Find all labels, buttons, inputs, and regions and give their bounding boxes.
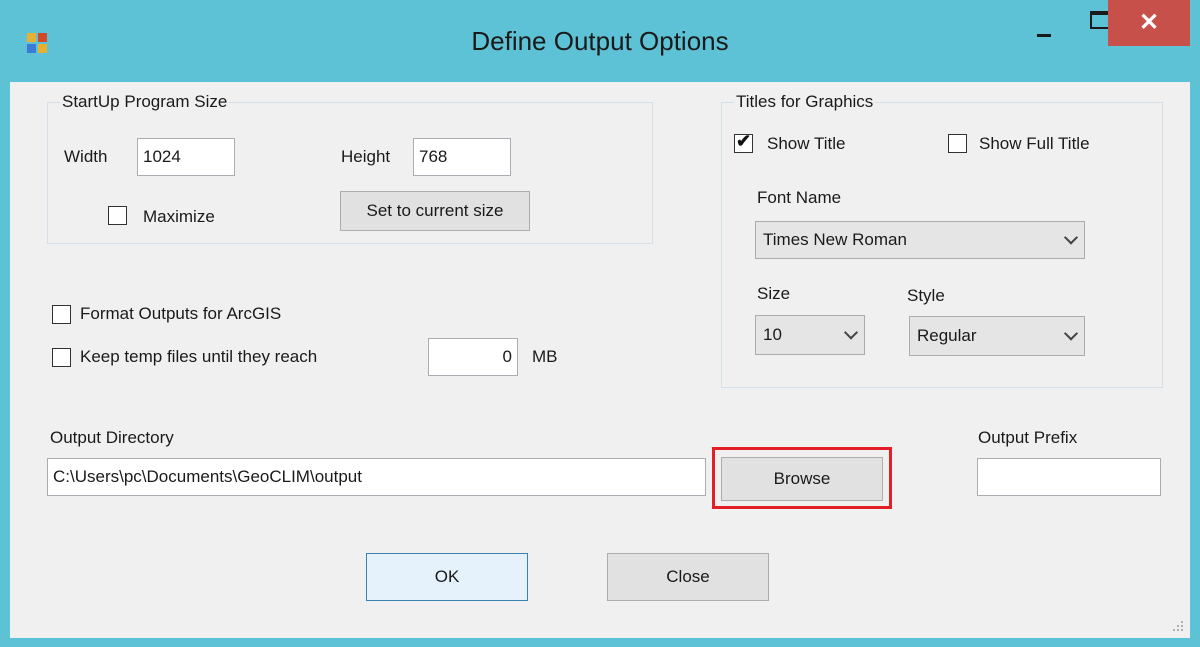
show-title-checkbox[interactable]: ✔ — [734, 131, 753, 153]
output-prefix-label: Output Prefix — [978, 428, 1078, 447]
checkmark-icon: ✔ — [736, 131, 752, 151]
close-icon: ✕ — [1138, 9, 1160, 36]
dialog-window: Define Output Options ✕ StartUp Program … — [0, 0, 1200, 647]
font-style-select[interactable]: Regular — [909, 316, 1085, 356]
chevron-down-icon — [1063, 326, 1079, 341]
output-directory-label: Output Directory — [50, 428, 174, 447]
ok-button[interactable]: OK — [366, 553, 528, 601]
keep-temp-checkbox[interactable] — [52, 348, 71, 367]
startup-size-group-title: StartUp Program Size — [60, 92, 230, 112]
browse-button[interactable]: Browse — [721, 457, 883, 501]
titles-graphics-group: Titles for Graphics ✔ Show Title Show Fu… — [721, 92, 1163, 388]
minimize-button[interactable] — [1014, 0, 1074, 46]
show-full-title-label: Show Full Title — [979, 134, 1090, 153]
font-style-value: Regular — [917, 326, 977, 345]
font-style-label: Style — [907, 286, 945, 305]
close-window-button[interactable]: ✕ — [1108, 0, 1190, 46]
output-directory-input[interactable]: C:\Users\pc\Documents\GeoCLIM\output — [47, 458, 706, 496]
maximize-icon — [1090, 11, 1110, 29]
show-full-title-checkbox[interactable] — [948, 134, 967, 153]
width-label: Width — [64, 147, 108, 166]
temp-size-unit: MB — [532, 347, 558, 366]
font-size-select[interactable]: 10 — [755, 315, 865, 355]
close-button[interactable]: Close — [607, 553, 769, 601]
chevron-down-icon — [1063, 230, 1079, 245]
width-input[interactable]: 1024 — [137, 138, 235, 176]
font-size-value: 10 — [763, 325, 782, 344]
chevron-down-icon — [843, 325, 859, 340]
maximize-checkbox[interactable] — [108, 206, 127, 225]
arcgis-format-checkbox[interactable] — [52, 305, 71, 324]
font-size-label: Size — [757, 284, 791, 303]
height-input[interactable]: 768 — [413, 138, 511, 176]
show-title-label: Show Title — [767, 134, 846, 153]
startup-size-group: StartUp Program Size Width 1024 Height 7… — [47, 92, 653, 244]
keep-temp-label: Keep temp files until they reach — [80, 347, 318, 366]
titles-graphics-group-title: Titles for Graphics — [734, 92, 876, 112]
resize-grip-icon[interactable] — [1170, 618, 1184, 632]
temp-size-input[interactable]: 0 — [428, 338, 518, 376]
font-name-value: Times New Roman — [763, 230, 907, 249]
minimize-icon — [1037, 34, 1051, 37]
output-prefix-input[interactable] — [977, 458, 1161, 496]
title-bar[interactable]: Define Output Options ✕ — [0, 0, 1200, 82]
font-name-label: Font Name — [757, 188, 842, 207]
height-label: Height — [341, 147, 391, 166]
maximize-label: Maximize — [143, 207, 215, 226]
arcgis-format-label: Format Outputs for ArcGIS — [80, 304, 282, 323]
set-current-size-button[interactable]: Set to current size — [340, 191, 530, 231]
font-name-select[interactable]: Times New Roman — [755, 221, 1085, 259]
dialog-body: StartUp Program Size Width 1024 Height 7… — [10, 82, 1190, 638]
